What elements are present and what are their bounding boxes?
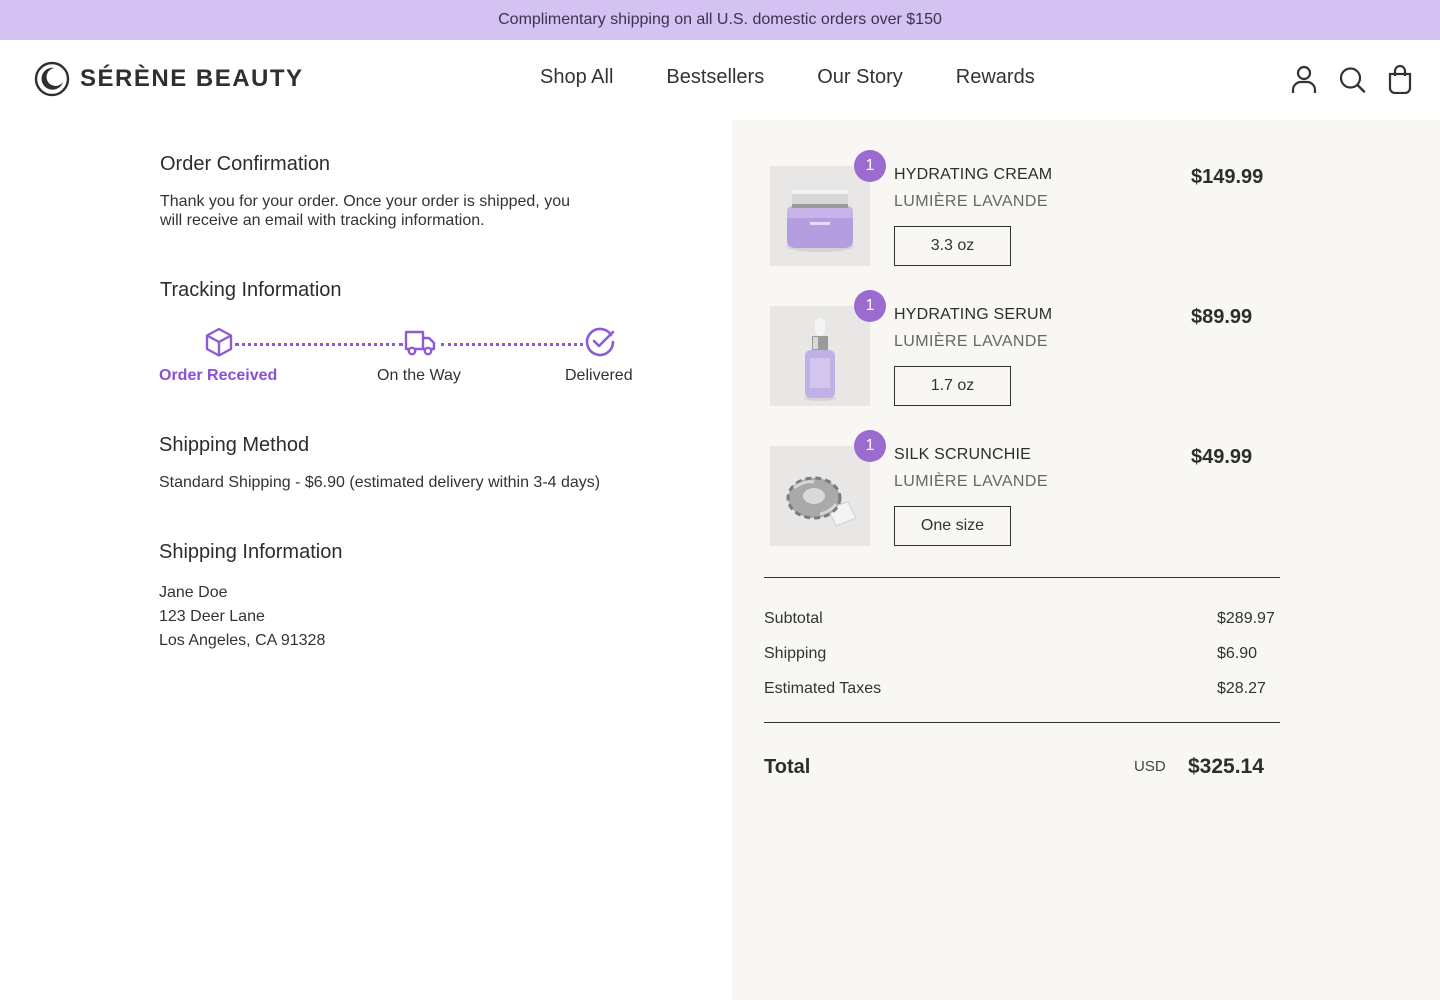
brand-name: SÉRÈNE BEAUTY xyxy=(80,65,304,92)
check-circle-icon xyxy=(585,327,615,357)
product-price: $49.99 xyxy=(1191,446,1253,468)
summary-divider-bottom xyxy=(764,722,1280,723)
confirmation-message-line-2: will receive an email with tracking info… xyxy=(160,212,485,229)
product-brand: LUMIÈRE LAVANDE xyxy=(894,193,1048,210)
quantity-badge: 1 xyxy=(854,430,886,462)
line-item: 1 HYDRATING CREAM LUMIÈRE LAVANDE 3.3 oz… xyxy=(770,150,1280,266)
shipping-method-title: Shipping Method xyxy=(159,434,310,456)
product-name[interactable]: HYDRATING CREAM xyxy=(894,166,1052,184)
announcement-text: Complimentary shipping on all U.S. domes… xyxy=(498,11,942,28)
shipping-method-text: Standard Shipping - $6.90 (estimated del… xyxy=(159,474,601,491)
bag-icon[interactable] xyxy=(1386,64,1414,95)
search-icon[interactable] xyxy=(1338,64,1366,94)
step-on-the-way: On the Way xyxy=(377,367,461,384)
account-icon[interactable] xyxy=(1290,64,1318,94)
site-header: SÉRÈNE BEAUTY Shop All Bestsellers Our S… xyxy=(0,40,1440,120)
step-delivered: Delivered xyxy=(565,367,633,384)
shipping-name: Jane Doe xyxy=(159,584,228,601)
product-size: One size xyxy=(894,506,1011,546)
subtotal-label: Subtotal xyxy=(764,610,823,627)
taxes-value: $28.27 xyxy=(1217,680,1266,697)
tracking-line-2 xyxy=(441,343,583,346)
shipping-info-title: Shipping Information xyxy=(159,541,343,563)
nav-shop-all[interactable]: Shop All xyxy=(540,66,613,89)
announcement-bar: Complimentary shipping on all U.S. domes… xyxy=(0,0,1440,40)
product-brand: LUMIÈRE LAVANDE xyxy=(894,333,1048,350)
product-image-cream xyxy=(770,166,870,266)
line-item: 1 SILK SCRUNCHIE LUMIÈRE LAVANDE One siz… xyxy=(770,430,1280,546)
shipping-street: 123 Deer Lane xyxy=(159,608,265,625)
nav-our-story[interactable]: Our Story xyxy=(817,66,903,89)
nav-rewards[interactable]: Rewards xyxy=(956,66,1035,89)
product-image-serum xyxy=(770,306,870,406)
shipping-value: $6.90 xyxy=(1217,645,1258,662)
subtotal-value: $289.97 xyxy=(1217,610,1275,627)
header-icons xyxy=(1270,64,1414,95)
product-size: 1.7 oz xyxy=(894,366,1011,406)
confirmation-message-line-1: Thank you for your order. Once your orde… xyxy=(160,193,570,210)
truck-icon xyxy=(404,330,436,356)
tracking-line-1 xyxy=(235,343,403,346)
nav-bestsellers[interactable]: Bestsellers xyxy=(666,66,764,89)
product-brand: LUMIÈRE LAVANDE xyxy=(894,473,1048,490)
tracking-progress: Order Received On the Way Delivered xyxy=(159,326,639,386)
product-size: 3.3 oz xyxy=(894,226,1011,266)
product-name[interactable]: SILK SCRUNCHIE xyxy=(894,446,1031,464)
tracking-title: Tracking Information xyxy=(160,279,342,301)
currency-code: USD xyxy=(1134,758,1166,775)
product-image-scrunchie xyxy=(770,446,870,546)
product-price: $149.99 xyxy=(1191,166,1264,188)
shipping-city: Los Angeles, CA 91328 xyxy=(159,632,326,649)
logo[interactable]: SÉRÈNE BEAUTY xyxy=(34,61,304,97)
box-icon xyxy=(205,327,233,357)
step-order-received: Order Received xyxy=(159,367,278,384)
total-label: Total xyxy=(764,756,811,778)
product-price: $89.99 xyxy=(1191,306,1253,328)
main-nav: Shop All Bestsellers Our Story Rewards xyxy=(540,66,1088,89)
product-name[interactable]: HYDRATING SERUM xyxy=(894,306,1052,324)
quantity-badge: 1 xyxy=(854,290,886,322)
shipping-label: Shipping xyxy=(764,645,827,662)
line-item: 1 HYDRATING SERUM LUMIÈRE LAVANDE 1.7 oz… xyxy=(770,290,1280,406)
taxes-label: Estimated Taxes xyxy=(764,680,882,697)
moon-logo-icon xyxy=(34,61,70,97)
summary-divider-top xyxy=(764,577,1280,578)
order-confirmation-title: Order Confirmation xyxy=(160,153,331,175)
total-value: $325.14 xyxy=(1188,755,1264,778)
quantity-badge: 1 xyxy=(854,150,886,182)
